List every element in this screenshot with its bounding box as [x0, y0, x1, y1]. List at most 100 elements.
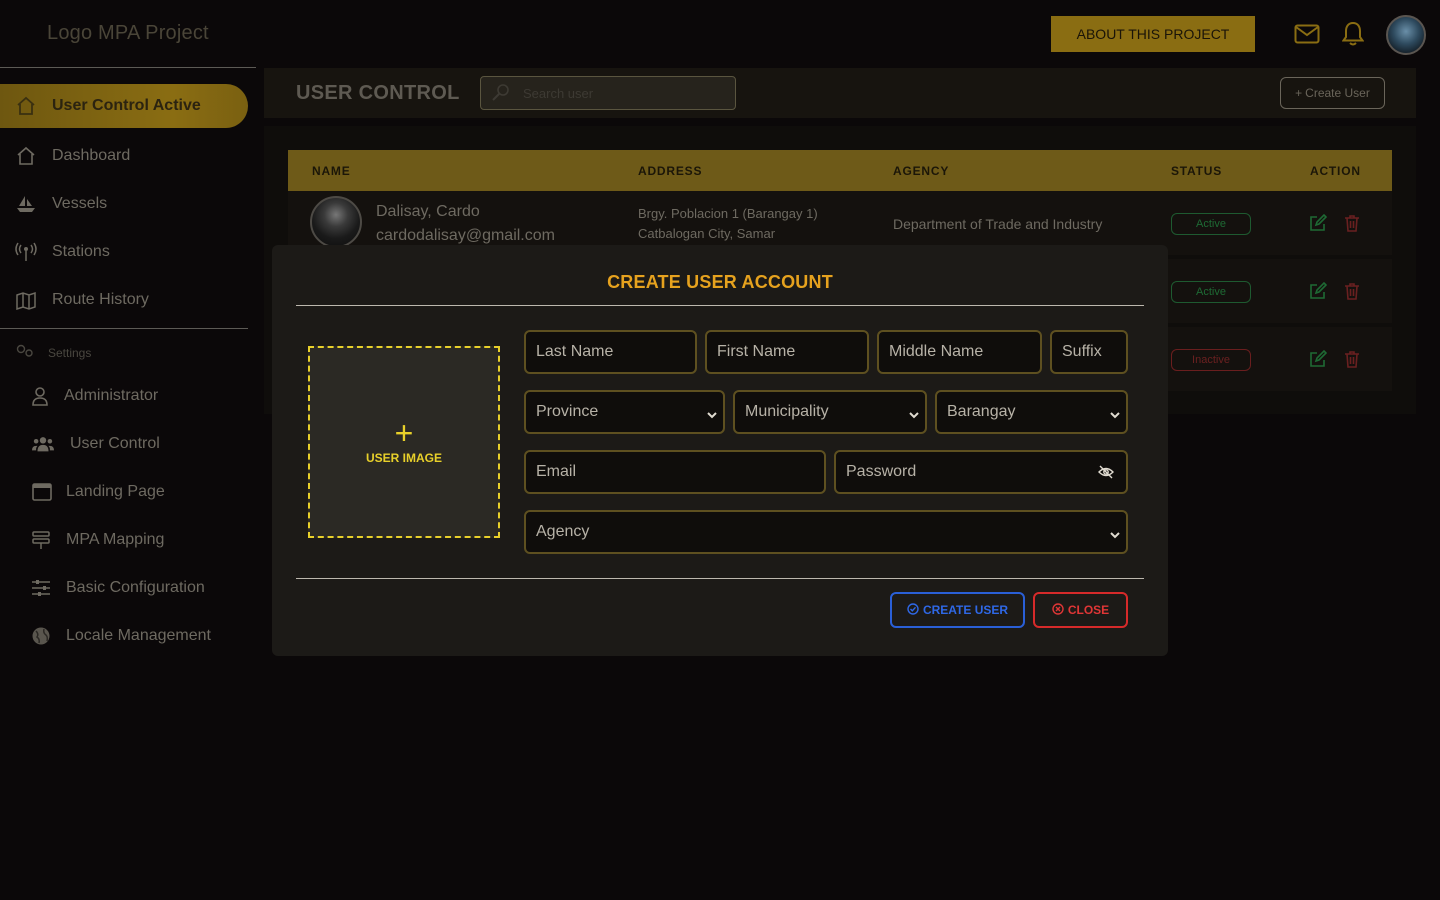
chevron-down-icon — [909, 407, 919, 419]
sidebar-item-mpa-mapping[interactable]: MPA Mapping — [0, 518, 164, 562]
sidebar-item-label: Vessels — [52, 195, 108, 212]
user-icon — [29, 385, 51, 407]
sidebar-top-divider — [0, 67, 256, 68]
user-name: Dalisay, Cardo — [376, 203, 480, 220]
sidebar-item-label: Stations — [52, 243, 110, 260]
edit-icon[interactable] — [1308, 281, 1328, 301]
last-name-input[interactable] — [536, 343, 695, 361]
user-image-upload[interactable]: + USER IMAGE — [308, 346, 500, 538]
mail-icon[interactable] — [1293, 22, 1321, 46]
modal-header-divider — [296, 305, 1144, 306]
province-select[interactable]: Province — [524, 390, 725, 434]
edit-icon[interactable] — [1308, 213, 1328, 233]
trash-icon[interactable] — [1342, 213, 1362, 233]
middle-name-field[interactable] — [877, 330, 1042, 374]
modal-title: CREATE USER ACCOUNT — [607, 272, 833, 292]
user-address-line1: Brgy. Poblacion 1 (Barangay 1) — [638, 206, 818, 221]
sidebar-item-label: Dashboard — [52, 147, 131, 164]
barangay-select[interactable]: Barangay — [935, 390, 1128, 434]
status-badge: Active — [1171, 281, 1251, 303]
sidebar-item-label: MPA Mapping — [66, 531, 165, 548]
create-user-button[interactable]: + Create User — [1280, 77, 1385, 109]
sidebar-item-administrator[interactable]: Administrator — [0, 374, 158, 418]
map-icon — [15, 289, 37, 311]
gears-icon — [16, 344, 34, 361]
password-field[interactable] — [834, 450, 1128, 494]
table-header: NAME ADDRESS AGENCY STATUS ACTION — [288, 150, 1392, 191]
sidebar-item-label: Basic Configuration — [66, 579, 205, 596]
column-header-status: STATUS — [1171, 164, 1223, 178]
profile-avatar[interactable] — [1386, 15, 1426, 55]
chevron-down-icon — [707, 407, 717, 419]
create-user-submit-button[interactable]: CREATE USER — [890, 592, 1025, 628]
search-input[interactable] — [523, 85, 713, 101]
column-header-action: ACTION — [1310, 164, 1361, 178]
check-circle-icon — [907, 602, 919, 618]
sidebar-item-vessels[interactable]: Vessels — [0, 182, 107, 226]
user-address-line2: Catbalogan City, Samar — [638, 226, 776, 241]
antenna-icon — [15, 241, 37, 263]
municipality-select[interactable]: Municipality — [733, 390, 927, 434]
users-icon — [32, 433, 54, 455]
modal-footer-divider — [296, 578, 1144, 579]
middle-name-input[interactable] — [889, 343, 1040, 361]
search-field[interactable] — [480, 76, 736, 110]
window-icon — [31, 481, 53, 503]
chevron-down-icon — [1110, 407, 1120, 419]
status-badge: Active — [1171, 213, 1251, 235]
ship-icon — [15, 193, 37, 215]
first-name-field[interactable] — [705, 330, 869, 374]
trash-icon[interactable] — [1342, 349, 1362, 369]
user-email: cardodalisay@gmail.com — [376, 227, 555, 244]
password-input[interactable] — [846, 463, 1126, 481]
plus-icon: + — [394, 415, 414, 451]
email-field[interactable] — [524, 450, 826, 494]
search-icon — [491, 83, 511, 104]
close-button[interactable]: CLOSE — [1033, 592, 1128, 628]
settings-section-label: Settings — [16, 344, 91, 361]
plus-icon: + — [1295, 86, 1303, 100]
sidebar-divider — [0, 328, 248, 329]
sidebar-item-label: User Control — [70, 435, 160, 452]
sidebar-item-locale-management[interactable]: Locale Management — [0, 614, 211, 658]
avatar — [310, 196, 362, 248]
sidebar-item-label: Administrator — [64, 387, 159, 404]
layers-icon — [30, 529, 52, 551]
sidebar-item-basic-configuration[interactable]: Basic Configuration — [0, 566, 205, 610]
home-icon — [15, 145, 37, 167]
trash-icon[interactable] — [1342, 281, 1362, 301]
first-name-input[interactable] — [717, 343, 867, 361]
sidebar-item-stations[interactable]: Stations — [0, 230, 110, 274]
sidebar-item-route-history[interactable]: Route History — [0, 278, 149, 322]
suffix-field[interactable] — [1050, 330, 1128, 374]
sidebar-item-label: User Control Active — [52, 97, 201, 114]
user-agency: Department of Trade and Industry — [893, 216, 1103, 232]
about-project-button[interactable]: ABOUT THIS PROJECT — [1051, 16, 1255, 52]
home-icon — [15, 95, 37, 117]
column-header-address: ADDRESS — [638, 164, 703, 178]
sliders-icon — [30, 577, 52, 599]
sidebar-item-label: Route History — [52, 291, 149, 308]
app-logo-text: Logo MPA Project — [47, 22, 209, 44]
upload-label: USER IMAGE — [365, 451, 442, 465]
globe-icon — [30, 625, 52, 647]
sidebar-item-dashboard[interactable]: Dashboard — [0, 134, 130, 178]
bell-icon[interactable] — [1340, 20, 1366, 48]
eye-off-icon[interactable] — [1098, 464, 1114, 485]
sidebar-item-landing-page[interactable]: Landing Page — [0, 470, 165, 514]
page-title: USER CONTROL — [296, 82, 460, 104]
agency-select[interactable]: Agency — [524, 510, 1128, 554]
edit-icon[interactable] — [1308, 349, 1328, 369]
status-badge: Inactive — [1171, 349, 1251, 371]
sidebar-item-label: Locale Management — [66, 627, 211, 644]
sidebar-item-user-control[interactable]: User Control — [0, 422, 160, 466]
suffix-input[interactable] — [1062, 343, 1126, 361]
column-header-name: NAME — [312, 164, 351, 178]
last-name-field[interactable] — [524, 330, 697, 374]
close-circle-icon — [1052, 602, 1064, 618]
column-header-agency: AGENCY — [893, 164, 950, 178]
sidebar-item-user-control-active[interactable]: User Control Active — [0, 84, 248, 128]
chevron-down-icon — [1110, 527, 1120, 539]
email-input[interactable] — [536, 463, 824, 481]
sidebar-item-label: Landing Page — [66, 483, 165, 500]
